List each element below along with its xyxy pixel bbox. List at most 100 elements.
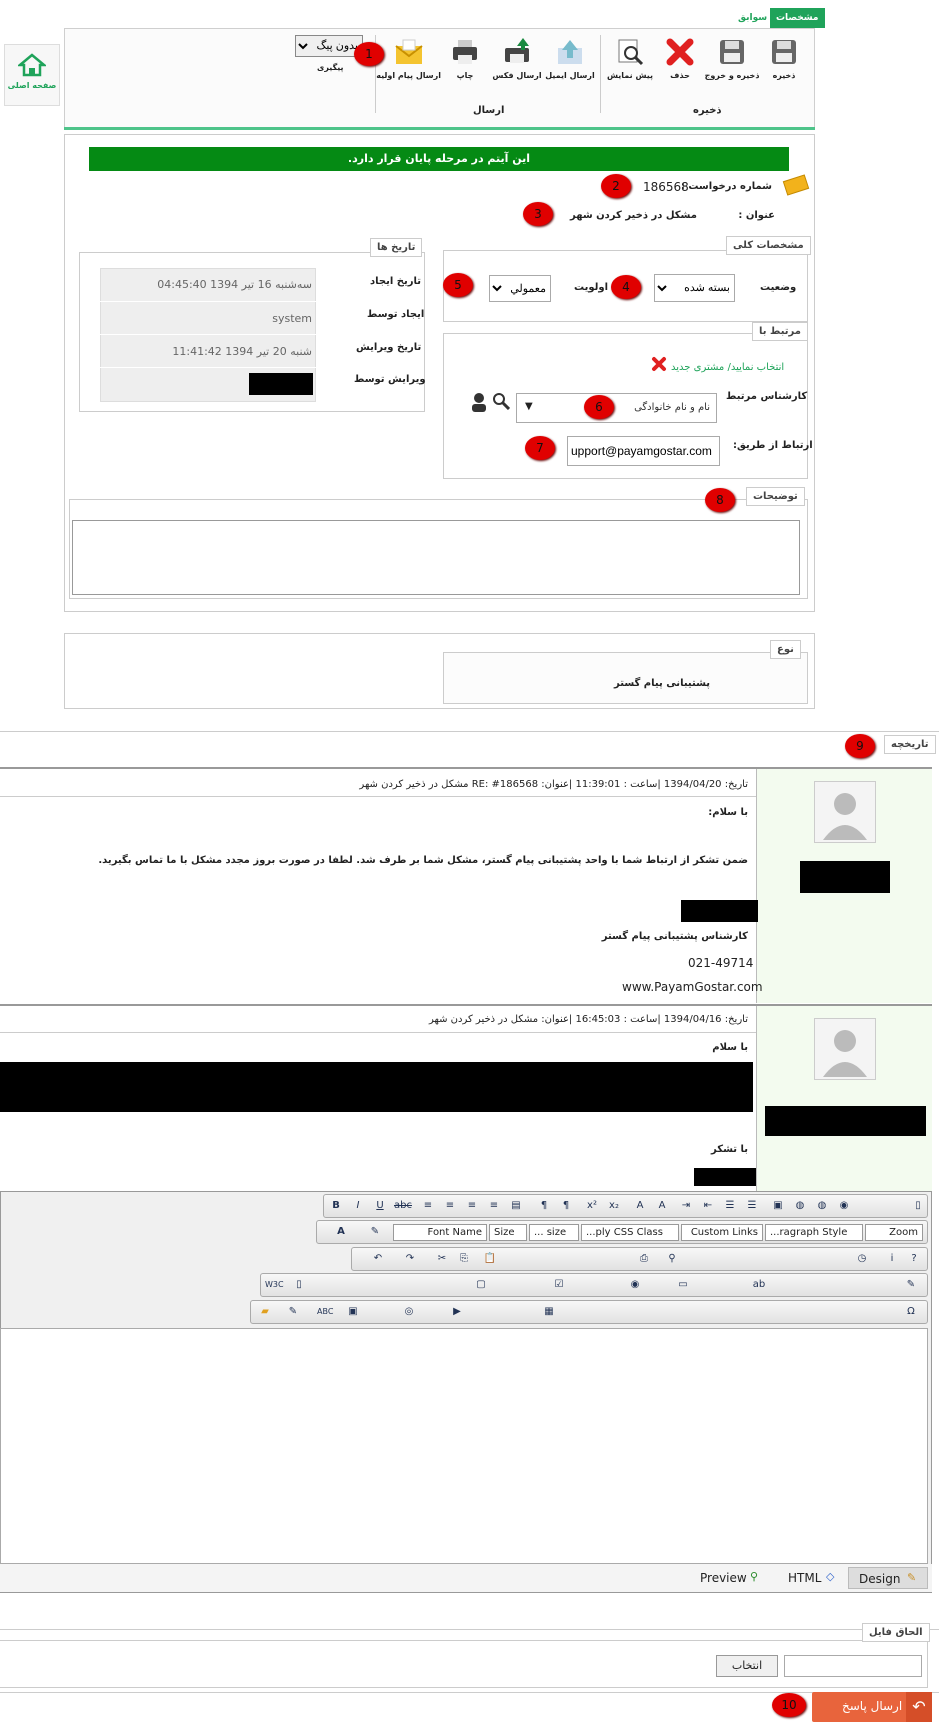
- form-icon[interactable]: ▢: [473, 1277, 489, 1293]
- preview-tab[interactable]: Preview ⚲: [696, 1569, 766, 1589]
- editor-toolbar-row: W3C ▯ ▢ ☑ ◉ ▭ ab ✎: [260, 1273, 928, 1297]
- copy-icon[interactable]: ⎘: [456, 1251, 472, 1267]
- status-label: وضعیت: [760, 282, 797, 293]
- message-header: تاریخ: 1394/04/20 |ساعت : 11:39:01 |عنوا…: [359, 779, 748, 790]
- new-document-icon[interactable]: ▯: [291, 1277, 307, 1293]
- info-icon[interactable]: i: [884, 1251, 900, 1267]
- font-color-icon[interactable]: A: [632, 1198, 648, 1214]
- search-icon[interactable]: [492, 392, 511, 411]
- tab-history[interactable]: سوابق: [732, 8, 773, 28]
- flash-icon[interactable]: ✎: [903, 1277, 919, 1293]
- custom-links-select[interactable]: Custom Links: [681, 1224, 763, 1241]
- anchor-icon[interactable]: ◉: [836, 1198, 852, 1214]
- media-icon[interactable]: ◎: [401, 1304, 417, 1320]
- status-select[interactable]: بسته شده: [654, 274, 735, 302]
- spellcheck-icon[interactable]: ABC: [317, 1304, 333, 1320]
- expert-select[interactable]: نام و نام خانوادگی ▼: [516, 393, 717, 423]
- textbox-icon[interactable]: ▭: [675, 1277, 691, 1293]
- radio-icon[interactable]: ◉: [627, 1277, 643, 1293]
- choose-file-button[interactable]: انتخاب: [716, 1655, 778, 1677]
- priority-select[interactable]: معمولي: [489, 275, 551, 302]
- superscript-icon[interactable]: x²: [584, 1198, 600, 1214]
- marker-9: 9: [845, 734, 875, 758]
- rule-icon[interactable]: ▤: [508, 1198, 524, 1214]
- font-style-icon[interactable]: A: [333, 1224, 349, 1240]
- print-icon[interactable]: ⎙: [636, 1251, 652, 1267]
- align-right-icon[interactable]: ≡: [464, 1198, 480, 1214]
- template-icon[interactable]: ✎: [285, 1304, 301, 1320]
- tab-details[interactable]: مشخصات: [770, 8, 825, 28]
- cut-icon[interactable]: ✂: [434, 1251, 450, 1267]
- clock-icon[interactable]: ◷: [854, 1251, 870, 1267]
- preview-button[interactable]: پیش نمایش: [598, 37, 662, 80]
- special-char-icon[interactable]: Ω: [903, 1304, 919, 1320]
- textarea-icon[interactable]: ab: [751, 1277, 767, 1293]
- align-left-icon[interactable]: ≡: [420, 1198, 436, 1214]
- paste-icon[interactable]: 📋: [482, 1251, 498, 1267]
- home-button[interactable]: صفحه اصلی: [4, 44, 60, 106]
- description-textarea[interactable]: [72, 520, 800, 595]
- w3c-icon[interactable]: W3C: [265, 1277, 284, 1293]
- print-button[interactable]: چاپ: [433, 37, 497, 80]
- image-manager-icon[interactable]: ▣: [345, 1304, 361, 1320]
- highlight-icon[interactable]: A: [654, 1198, 670, 1214]
- send-reply-button[interactable]: ارسال پاسخ ↶: [812, 1692, 932, 1722]
- via-input[interactable]: [567, 436, 720, 466]
- undo-icon[interactable]: ↶: [370, 1251, 386, 1267]
- paint-icon[interactable]: ✎: [367, 1224, 383, 1240]
- link-icon[interactable]: ◍: [792, 1198, 808, 1214]
- file-path-input[interactable]: [784, 1655, 922, 1677]
- font-name-select[interactable]: Font Name: [393, 1224, 487, 1241]
- strikethrough-button[interactable]: abc: [394, 1198, 412, 1214]
- home-icon: [16, 53, 48, 77]
- bullet-list-icon[interactable]: ☰: [744, 1198, 760, 1214]
- attach-legend: الحاق فایل: [862, 1623, 930, 1642]
- subscript-icon[interactable]: x₂: [606, 1198, 622, 1214]
- zoom-select[interactable]: Zoom: [865, 1224, 923, 1241]
- toolbar: ذخیره ذخیره و خروج حذف پیش نمایش ارسال ا…: [64, 28, 815, 128]
- find-icon[interactable]: ⚲: [664, 1251, 680, 1267]
- editor-toolbar-row: B I U abc ≡ ≡ ≡ ≡ ▤ ¶ ¶ x² x₂ A A ⇥ ⇤ ☰ …: [323, 1194, 928, 1218]
- outdent-icon[interactable]: ⇤: [700, 1198, 716, 1214]
- paragraph-style-select[interactable]: ...ragraph Style: [765, 1224, 863, 1241]
- rtl-icon[interactable]: ¶: [558, 1198, 574, 1214]
- history-message: تاریخ: 1394/04/20 |ساعت : 11:39:01 |عنوا…: [0, 767, 932, 1003]
- marker-2: 2: [601, 174, 631, 198]
- created-value: سه‌شنبه 16 تیر 1394 04:45:40: [157, 278, 312, 291]
- editor-content-area[interactable]: [0, 1328, 928, 1564]
- document-icon[interactable]: ▯: [910, 1198, 926, 1214]
- underline-button[interactable]: U: [372, 1198, 388, 1214]
- redo-icon[interactable]: ↷: [402, 1251, 418, 1267]
- marker-8: 8: [705, 488, 735, 512]
- email-upload-icon: [555, 37, 585, 67]
- redacted-editor: [249, 373, 313, 395]
- remove-icon[interactable]: [651, 356, 667, 372]
- checkbox-icon[interactable]: ☑: [551, 1277, 567, 1293]
- marker-10: 10: [772, 1693, 806, 1717]
- table-icon[interactable]: ▦: [541, 1304, 557, 1320]
- size-select[interactable]: ... size: [529, 1224, 579, 1241]
- html-tab[interactable]: HTML ◇: [784, 1569, 844, 1589]
- css-class-select[interactable]: ...ply CSS Class: [581, 1224, 679, 1241]
- design-tab[interactable]: Design ✎: [848, 1567, 928, 1589]
- person-icon[interactable]: [470, 392, 488, 412]
- image-icon[interactable]: ▣: [770, 1198, 786, 1214]
- new-customer-link[interactable]: انتخاب نمایید/ مشتری جدید: [671, 362, 784, 373]
- justify-icon[interactable]: ≡: [486, 1198, 502, 1214]
- ltr-icon[interactable]: ¶: [536, 1198, 552, 1214]
- italic-button[interactable]: I: [350, 1198, 366, 1214]
- ordered-list-icon[interactable]: ☰: [722, 1198, 738, 1214]
- help-icon[interactable]: ?: [906, 1251, 922, 1267]
- message-sender-panel: [756, 769, 932, 1003]
- folder-icon[interactable]: ▰: [257, 1304, 273, 1320]
- indent-icon[interactable]: ⇥: [678, 1198, 694, 1214]
- message-body: ضمن تشکر از ارتباط شما با واحد پشتیبانی …: [98, 855, 748, 866]
- delete-icon: [665, 37, 695, 67]
- send-initial-message-button[interactable]: ارسال پیام اولیه: [376, 37, 441, 80]
- bold-button[interactable]: B: [328, 1198, 344, 1214]
- align-center-icon[interactable]: ≡: [442, 1198, 458, 1214]
- followup-select[interactable]: بدون پیگ: [295, 35, 363, 57]
- unlink-icon[interactable]: ◍: [814, 1198, 830, 1214]
- play-icon[interactable]: ▶: [449, 1304, 465, 1320]
- font-size-select[interactable]: Size: [489, 1224, 527, 1241]
